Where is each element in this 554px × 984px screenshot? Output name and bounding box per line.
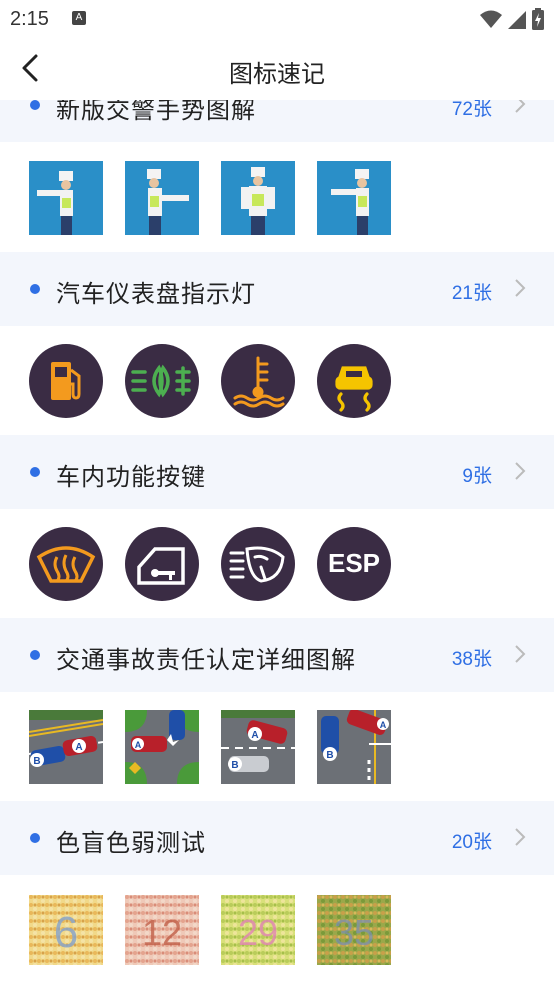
accident-thumb[interactable]: A — [125, 710, 199, 784]
status-bar: 2:15 A — [0, 0, 554, 38]
police-gesture-row — [29, 161, 499, 235]
bullet-dot — [30, 467, 40, 477]
signal-icon — [508, 11, 526, 29]
car-label-a: A — [75, 742, 82, 753]
car-label-b: B — [33, 756, 40, 767]
accident-thumb[interactable]: AB — [29, 710, 103, 784]
colorblind-plate[interactable]: 6 — [29, 895, 103, 969]
battery-icon — [532, 8, 544, 30]
section-count: 72张 — [451, 100, 492, 120]
car-label-a: A — [251, 730, 258, 741]
chevron-right-icon — [515, 462, 526, 480]
plate-number: 12 — [142, 912, 182, 953]
accident-thumb[interactable]: AB — [221, 710, 295, 784]
section-title: 交通事故责任认定详细图解 — [56, 646, 356, 674]
content-list[interactable]: 新版交警手势图解 72张 汽车仪表盘指示灯 21张 车内功能按键 9张 ESP … — [0, 100, 554, 984]
car-label-a: A — [380, 720, 387, 730]
car-buttons-row: ESP — [29, 527, 499, 601]
police-gesture-thumb[interactable] — [125, 161, 199, 235]
status-icons — [480, 8, 544, 30]
page-title: 图标速记 — [229, 60, 325, 88]
colorblind-plate[interactable]: 35 — [317, 895, 391, 969]
car-label-b: B — [326, 750, 333, 761]
chevron-right-icon — [515, 100, 526, 113]
chevron-right-icon — [515, 828, 526, 846]
section-title: 汽车仪表盘指示灯 — [56, 280, 256, 308]
wifi-icon — [480, 10, 502, 28]
esp-label: ESP — [328, 548, 380, 578]
plate-number: 6 — [54, 908, 78, 957]
fog-light-icon[interactable] — [125, 344, 199, 418]
status-time: 2:15 — [10, 8, 49, 30]
colorblind-plate[interactable]: 29 — [221, 895, 295, 969]
section-count: 9张 — [462, 466, 492, 487]
section-header-colorblind-test[interactable]: 色盲色弱测试 20张 — [0, 801, 554, 875]
bullet-dot — [30, 650, 40, 660]
esp-icon[interactable]: ESP — [317, 527, 391, 601]
dashboard-lights-row — [29, 344, 499, 418]
chevron-right-icon — [515, 279, 526, 297]
section-count: 21张 — [451, 283, 492, 304]
door-lock-icon[interactable] — [125, 527, 199, 601]
coolant-temperature-icon[interactable] — [221, 344, 295, 418]
police-gesture-thumb[interactable] — [29, 161, 103, 235]
police-gesture-thumb[interactable] — [317, 161, 391, 235]
notification-icon: A — [72, 11, 86, 25]
colorblind-plate[interactable]: 12 — [125, 895, 199, 969]
section-title: 新版交警手势图解 — [56, 100, 256, 124]
fuel-icon[interactable] — [29, 344, 103, 418]
bullet-dot — [30, 284, 40, 294]
section-header-dashboard-lights[interactable]: 汽车仪表盘指示灯 21张 — [0, 252, 554, 326]
section-count: 38张 — [451, 649, 492, 670]
section-header-police-gestures[interactable]: 新版交警手势图解 72张 — [0, 100, 554, 142]
bullet-dot — [30, 100, 40, 110]
section-title: 色盲色弱测试 — [56, 829, 206, 857]
traction-control-icon[interactable] — [317, 344, 391, 418]
rear-defrost-icon[interactable] — [29, 527, 103, 601]
top-bar: 图标速记 — [0, 38, 554, 100]
bullet-dot — [30, 833, 40, 843]
police-gesture-thumb[interactable] — [221, 161, 295, 235]
section-title: 车内功能按键 — [56, 463, 206, 491]
windshield-washer-icon[interactable] — [221, 527, 295, 601]
section-header-accident-responsibility[interactable]: 交通事故责任认定详细图解 38张 — [0, 618, 554, 692]
colorblind-row: 6 12 29 35 — [29, 895, 499, 969]
section-count: 20张 — [451, 832, 492, 853]
section-header-car-buttons[interactable]: 车内功能按键 9张 — [0, 435, 554, 509]
plate-number: 29 — [238, 912, 278, 953]
car-label-b: B — [231, 760, 238, 771]
chevron-right-icon — [515, 645, 526, 663]
plate-number: 35 — [334, 912, 374, 953]
accident-row: AB A AB BA — [29, 710, 499, 784]
accident-thumb[interactable]: BA — [317, 710, 391, 784]
car-label-a: A — [135, 740, 142, 750]
